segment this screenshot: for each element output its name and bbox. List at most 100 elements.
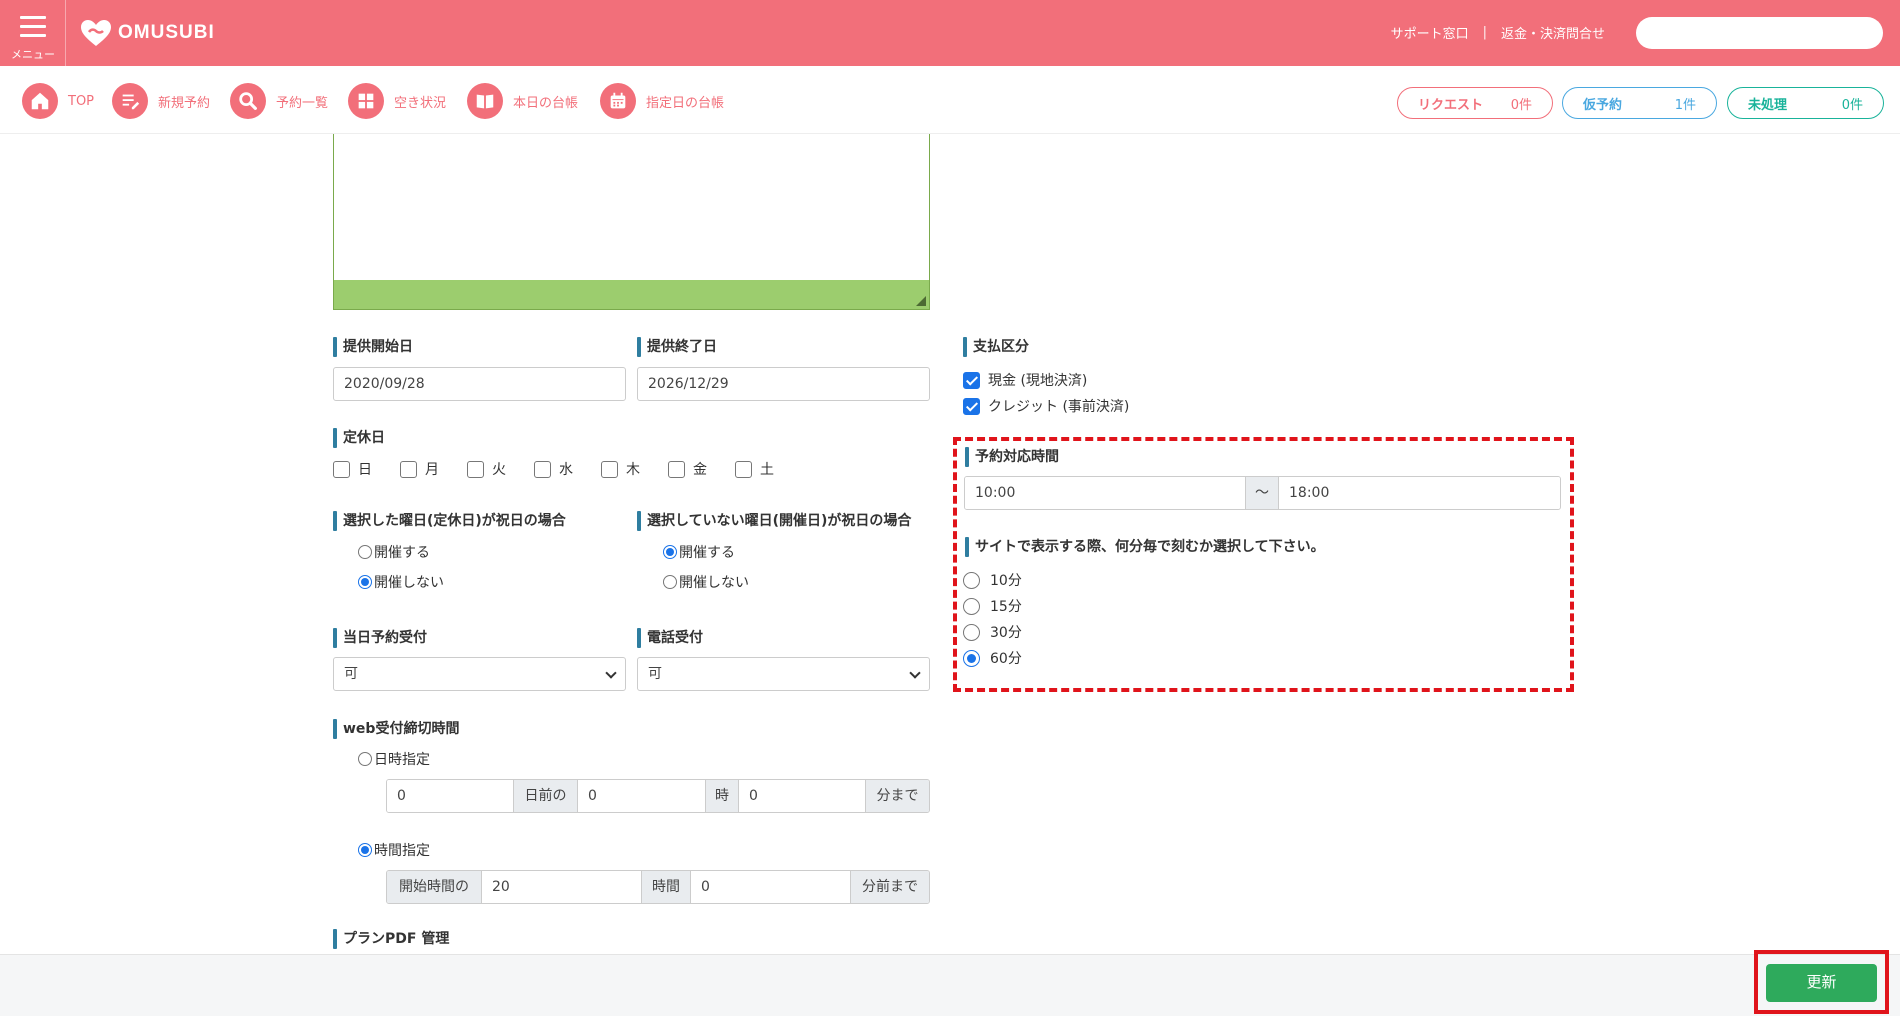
start-date-input[interactable]: 2020/09/28 bbox=[333, 367, 626, 401]
nav-item-top[interactable]: TOP bbox=[22, 83, 94, 119]
interval-30[interactable]: 30分 bbox=[963, 622, 1022, 642]
radio[interactable] bbox=[663, 545, 677, 559]
radio[interactable] bbox=[663, 575, 677, 589]
description-editor[interactable] bbox=[333, 134, 930, 310]
nav-item-availability[interactable]: 空き状況 bbox=[348, 83, 446, 119]
weekday-mon[interactable]: 月 bbox=[400, 459, 439, 479]
checkbox[interactable] bbox=[963, 371, 980, 389]
calendar-icon bbox=[600, 83, 636, 119]
time-input-group: 開始時間の 20 時間 0 分前まで bbox=[386, 870, 930, 904]
weekday-thu[interactable]: 木 bbox=[601, 459, 640, 479]
interval-15[interactable]: 15分 bbox=[963, 596, 1022, 616]
holiday-open-not-hold[interactable]: 開催しない bbox=[663, 572, 749, 592]
footer-bar bbox=[0, 954, 1900, 1016]
closed-days-label: 定休日 bbox=[333, 428, 385, 448]
same-day-label: 当日予約受付 bbox=[333, 628, 427, 648]
interval-60[interactable]: 60分 bbox=[963, 648, 1022, 668]
hour-input[interactable]: 0 bbox=[578, 780, 705, 812]
weekday-sun[interactable]: 日 bbox=[333, 459, 372, 479]
refund-link[interactable]: 返金・決済問合せ bbox=[1501, 23, 1605, 42]
start-date-label: 提供開始日 bbox=[333, 337, 413, 357]
grid-icon bbox=[348, 83, 384, 119]
radio[interactable] bbox=[963, 623, 980, 641]
hours-from-input[interactable]: 10:00 bbox=[965, 477, 1245, 509]
weekday-label: 火 bbox=[492, 462, 506, 478]
checkbox[interactable] bbox=[467, 460, 484, 478]
menu-button[interactable]: メニュー bbox=[0, 0, 66, 66]
checkbox[interactable] bbox=[534, 460, 551, 478]
nav-item-reservation-list[interactable]: 予約一覧 bbox=[230, 83, 328, 119]
checkbox-label: クレジット (事前決済) bbox=[988, 399, 1130, 415]
pill-provisional[interactable]: 仮予約 1件 bbox=[1562, 87, 1717, 119]
weekday-sat[interactable]: 土 bbox=[735, 459, 774, 479]
hours-input-group: 10:00 〜 18:00 bbox=[964, 476, 1561, 510]
nav-item-today-ledger[interactable]: 本日の台帳 bbox=[467, 83, 578, 119]
pill-label: 仮予約 bbox=[1583, 97, 1623, 113]
checkbox[interactable] bbox=[963, 397, 980, 415]
minutes-before-addon: 分前まで bbox=[850, 871, 929, 903]
radio[interactable] bbox=[358, 545, 372, 559]
radio[interactable] bbox=[963, 597, 980, 615]
pill-request[interactable]: リクエスト 0件 bbox=[1397, 87, 1553, 119]
link-separator: | bbox=[1482, 25, 1487, 40]
radio[interactable] bbox=[358, 752, 372, 766]
update-button[interactable]: 更新 bbox=[1766, 964, 1877, 1002]
editor-statusbar bbox=[334, 280, 929, 309]
holiday-closed-not-hold[interactable]: 開催しない bbox=[358, 572, 444, 592]
hours-before-input[interactable]: 20 bbox=[482, 871, 641, 903]
checkbox[interactable] bbox=[601, 460, 618, 478]
omusubi-logo[interactable]: OMUSUBI bbox=[80, 18, 215, 48]
days-before-input[interactable]: 0 bbox=[387, 780, 513, 812]
weekday-tue[interactable]: 火 bbox=[467, 459, 506, 479]
checkbox[interactable] bbox=[333, 460, 350, 478]
holiday-closed-hold[interactable]: 開催する bbox=[358, 542, 430, 562]
header-search-input[interactable] bbox=[1636, 17, 1883, 49]
nav-item-date-ledger[interactable]: 指定日の台帳 bbox=[600, 83, 724, 119]
chevron-down-icon bbox=[909, 667, 921, 679]
radio-label: 10分 bbox=[990, 573, 1022, 589]
pill-unprocessed[interactable]: 未処理 0件 bbox=[1727, 87, 1884, 119]
phone-select[interactable]: 可 bbox=[637, 657, 930, 691]
radio[interactable] bbox=[358, 843, 372, 857]
hours-addon: 時間 bbox=[641, 871, 691, 903]
same-day-select[interactable]: 可 bbox=[333, 657, 626, 691]
payment-cash[interactable]: 現金 (現地決済) bbox=[963, 370, 1087, 390]
holiday-open-hold[interactable]: 開催する bbox=[663, 542, 735, 562]
chevron-down-icon bbox=[605, 667, 617, 679]
weekday-label: 木 bbox=[626, 462, 640, 478]
holiday-open-label: 選択していない曜日(開催日)が祝日の場合 bbox=[637, 511, 911, 531]
radio[interactable] bbox=[358, 575, 372, 589]
radio[interactable] bbox=[963, 649, 980, 667]
weekday-label: 月 bbox=[425, 462, 439, 478]
radio[interactable] bbox=[963, 571, 980, 589]
pill-count: 1件 bbox=[1674, 97, 1696, 113]
logo-text: OMUSUBI bbox=[118, 22, 215, 43]
nav-item-new-reservation[interactable]: 新規予約 bbox=[112, 83, 210, 119]
hour-addon: 時 bbox=[705, 780, 739, 812]
minutes-before-input[interactable]: 0 bbox=[691, 871, 850, 903]
checkbox-label: 現金 (現地決済) bbox=[988, 373, 1088, 389]
pdf-management-label: プランPDF 管理 bbox=[333, 929, 449, 949]
checkbox[interactable] bbox=[400, 460, 417, 478]
payment-credit[interactable]: クレジット (事前決済) bbox=[963, 396, 1129, 416]
payment-label: 支払区分 bbox=[963, 337, 1029, 357]
checkbox[interactable] bbox=[735, 460, 752, 478]
resize-handle-icon[interactable] bbox=[916, 296, 926, 306]
deadline-time-option[interactable]: 時間指定 bbox=[358, 840, 430, 860]
deadline-datetime-option[interactable]: 日時指定 bbox=[358, 749, 430, 769]
end-date-input[interactable]: 2026/12/29 bbox=[637, 367, 930, 401]
end-date-label: 提供終了日 bbox=[637, 337, 717, 357]
nav-item-label: 予約一覧 bbox=[276, 95, 329, 111]
reservation-hours-label: 予約対応時間 bbox=[965, 447, 1059, 467]
weekday-wed[interactable]: 水 bbox=[534, 459, 573, 479]
interval-10[interactable]: 10分 bbox=[963, 570, 1022, 590]
checkbox[interactable] bbox=[668, 460, 685, 478]
nav-item-label: 指定日の台帳 bbox=[646, 95, 725, 111]
minute-input[interactable]: 0 bbox=[739, 780, 865, 812]
nav-item-label: 本日の台帳 bbox=[513, 95, 579, 111]
radio-label: 30分 bbox=[990, 625, 1022, 641]
hours-to-input[interactable]: 18:00 bbox=[1279, 477, 1560, 509]
weekday-fri[interactable]: 金 bbox=[668, 459, 707, 479]
support-link[interactable]: サポート窓口 bbox=[1391, 23, 1469, 42]
radio-label: 15分 bbox=[990, 599, 1022, 615]
